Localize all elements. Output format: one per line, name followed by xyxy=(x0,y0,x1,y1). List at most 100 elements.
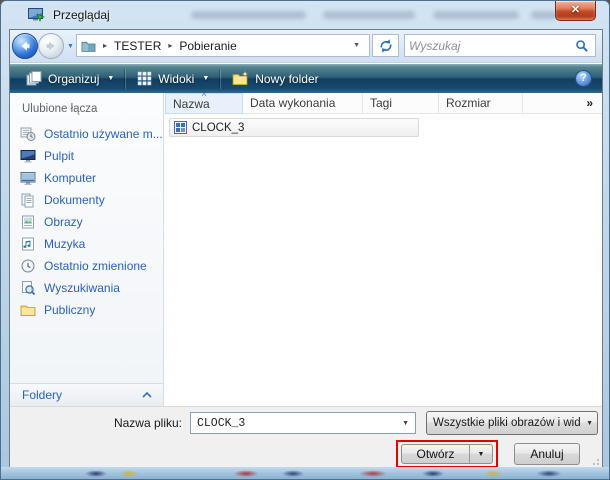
sidebar-item-label: Muzyka xyxy=(44,237,86,251)
back-button[interactable] xyxy=(12,33,38,59)
media-file-icon xyxy=(174,121,187,134)
search-box xyxy=(404,34,596,57)
folders-expander[interactable]: Foldery xyxy=(10,383,163,406)
organize-button[interactable]: Organizuj ▼ xyxy=(18,67,122,91)
sidebar-item-computer[interactable]: Komputer xyxy=(10,167,163,189)
breadcrumb[interactable]: ▸ TESTER ▸ Pobieranie ▼ xyxy=(76,34,370,57)
sidebar-item-label: Wyszukiwania xyxy=(44,281,120,295)
help-icon: ? xyxy=(580,72,587,84)
breadcrumb-separator-icon: ▸ xyxy=(168,41,173,50)
breadcrumb-item-tester[interactable]: TESTER xyxy=(114,39,161,53)
help-button[interactable]: ? xyxy=(575,70,592,87)
sidebar-item-label: Obrazy xyxy=(44,215,83,229)
dialog-body: ▼ ▸ TESTER ▸ Pobieranie ▼ Wyszukaj Organ… xyxy=(9,29,603,469)
sidebar-item-searches[interactable]: Wyszukiwania xyxy=(10,277,163,299)
file-name: CLOCK_3 xyxy=(192,121,245,134)
breadcrumb-dropdown[interactable]: ▼ xyxy=(348,42,365,49)
column-header-size[interactable]: Rozmiar xyxy=(439,93,523,114)
filename-input[interactable] xyxy=(195,415,390,431)
open-button[interactable]: Otwórz xyxy=(402,445,469,463)
sidebar-item-recently-changed[interactable]: Ostatnio zmienione xyxy=(10,255,163,277)
titlebar-glass-reflection xyxy=(531,11,557,19)
organize-icon xyxy=(26,71,42,86)
navigation-bar: ▼ ▸ TESTER ▸ Pobieranie ▼ xyxy=(10,30,602,63)
sidebar-item-label: Publiczny xyxy=(44,303,96,317)
red-highlight-annotation: Otwórz ▼ xyxy=(396,440,498,468)
resize-grip[interactable] xyxy=(589,455,599,465)
cancel-button[interactable]: Anuluj xyxy=(514,443,580,465)
window-bottom-border xyxy=(1,467,609,479)
file-item-clock3[interactable]: CLOCK_3 xyxy=(169,118,419,137)
folders-label: Foldery xyxy=(22,388,63,402)
folder-icon xyxy=(81,41,96,52)
filename-dropdown-icon[interactable]: ▼ xyxy=(402,420,409,427)
back-arrow-icon xyxy=(21,41,30,51)
chevron-up-icon xyxy=(142,391,152,398)
views-grid-icon xyxy=(138,71,152,86)
open-dropdown-arrow[interactable]: ▼ xyxy=(469,445,492,463)
new-folder-icon xyxy=(232,71,249,85)
titlebar[interactable]: Przeglądaj ✕ xyxy=(1,1,609,29)
views-button[interactable]: Widoki ▼ xyxy=(129,67,217,91)
chevron-right-double-icon: » xyxy=(586,96,593,110)
window-title: Przeglądaj xyxy=(53,8,110,22)
titlebar-glass-reflection xyxy=(323,11,415,19)
new-folder-label: Nowy folder xyxy=(255,71,319,86)
refresh-icon xyxy=(380,38,391,53)
browse-dialog-window: Przeglądaj ✕ ▼ ▸ TESTER ▸ Pobieranie ▼ W… xyxy=(0,0,610,480)
public-folder-icon xyxy=(20,305,36,316)
close-button[interactable]: ✕ xyxy=(555,1,596,21)
new-folder-button[interactable]: Nowy folder xyxy=(224,67,326,91)
forward-arrow-icon xyxy=(46,41,55,51)
file-list-area: Nazwa ^ Data wykonania Tagi Rozmiar » CL… xyxy=(165,91,602,406)
favorites-sidebar: Ulubione łącza Ostatnio używane m... Pul… xyxy=(10,93,164,406)
column-header-tags[interactable]: Tagi xyxy=(363,93,439,114)
sort-ascending-icon: ^ xyxy=(202,91,207,101)
organize-label: Organizuj xyxy=(48,71,100,86)
filename-label: Nazwa pliku: xyxy=(113,416,182,430)
sidebar-item-documents[interactable]: Dokumenty xyxy=(10,189,163,211)
refresh-button[interactable] xyxy=(372,34,399,57)
titlebar-glass-reflection xyxy=(433,11,519,19)
filename-combobox: ▼ xyxy=(190,412,416,434)
recent-pages-dropdown[interactable]: ▼ xyxy=(67,43,74,50)
column-header-name[interactable]: Nazwa ^ xyxy=(165,91,243,114)
sidebar-item-desktop[interactable]: Pulpit xyxy=(10,145,163,167)
search-icon[interactable] xyxy=(575,39,589,58)
documents-icon xyxy=(21,193,34,208)
dialog-footer: Nazwa pliku: ▼ Wszystkie pliki obrazów i… xyxy=(10,406,602,468)
sidebar-item-public[interactable]: Publiczny xyxy=(10,299,163,321)
open-split-button[interactable]: Otwórz ▼ xyxy=(401,444,493,464)
toolbar-divider xyxy=(220,68,222,89)
favorites-header: Ulubione łącza xyxy=(22,103,98,115)
breadcrumb-item-pobieranie[interactable]: Pobieranie xyxy=(179,39,236,53)
search-input[interactable] xyxy=(407,36,567,55)
sidebar-item-label: Ostatnio zmienione xyxy=(44,259,147,273)
breadcrumb-separator-icon: ▸ xyxy=(103,41,108,50)
chevron-down-icon: ▼ xyxy=(586,419,593,427)
filetype-select[interactable]: Wszystkie pliki obrazów i wid ▼ xyxy=(426,411,598,435)
sidebar-item-label: Ostatnio używane m... xyxy=(44,127,163,141)
column-overflow-chevron[interactable]: » xyxy=(523,93,602,114)
recently-changed-icon xyxy=(21,259,35,273)
sidebar-item-pictures[interactable]: Obrazy xyxy=(10,211,163,233)
toolbar-divider xyxy=(125,68,127,89)
desktop-icon xyxy=(20,150,36,163)
sidebar-item-label: Komputer xyxy=(44,171,97,185)
filetype-value: Wszystkie pliki obrazów i wid xyxy=(433,417,581,429)
searches-icon xyxy=(22,281,36,296)
sidebar-item-recent-places[interactable]: Ostatnio używane m... xyxy=(10,123,163,145)
titlebar-glass-reflection xyxy=(191,11,306,19)
column-header-date[interactable]: Data wykonania xyxy=(243,93,363,114)
column-headers: Nazwa ^ Data wykonania Tagi Rozmiar » xyxy=(165,91,602,114)
chevron-down-icon: ▼ xyxy=(202,75,210,82)
window-icon xyxy=(28,7,45,22)
computer-icon xyxy=(20,172,36,185)
main-area: Ulubione łącza Ostatnio używane m... Pul… xyxy=(10,91,602,406)
forward-button-disabled[interactable] xyxy=(38,33,64,59)
music-icon xyxy=(22,237,34,251)
sidebar-item-music[interactable]: Muzyka xyxy=(10,233,163,255)
sidebar-item-label: Dokumenty xyxy=(44,193,105,207)
chevron-down-icon: ▼ xyxy=(107,75,115,82)
command-toolbar: Organizuj ▼ Widoki ▼ Nowy folder ? xyxy=(10,64,602,93)
